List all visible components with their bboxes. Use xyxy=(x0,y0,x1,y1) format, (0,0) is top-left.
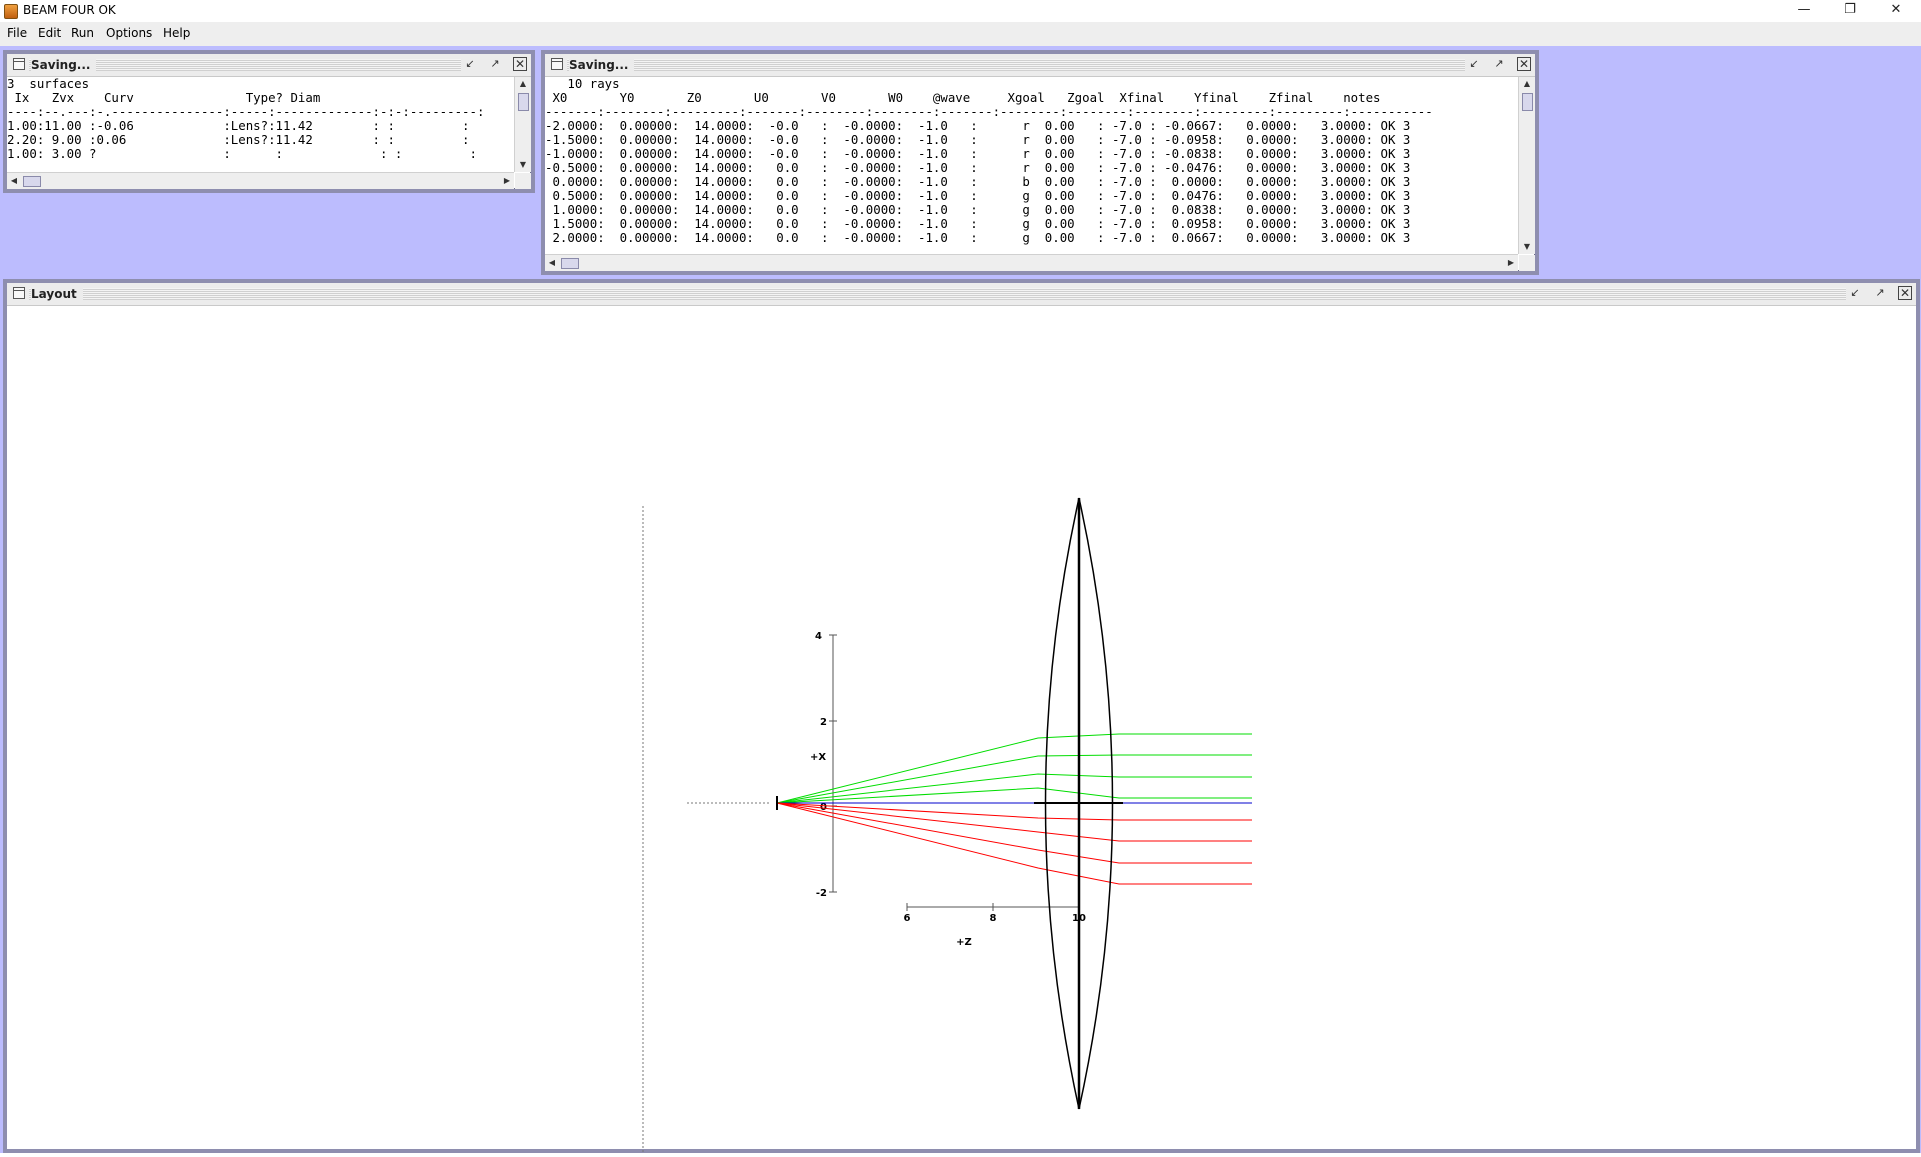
iconify-icon[interactable]: ↙ xyxy=(1848,286,1862,300)
rays-frame-title: Saving... xyxy=(569,58,635,72)
scroll-down-icon[interactable]: ▼ xyxy=(1519,240,1535,254)
scroll-corner xyxy=(515,173,531,189)
maximize-icon[interactable]: ↗ xyxy=(1492,57,1506,71)
menu-options[interactable]: Options xyxy=(106,26,152,40)
java-app-icon xyxy=(4,4,18,19)
close-icon[interactable]: ✕ xyxy=(513,57,527,71)
scroll-down-icon[interactable]: ▼ xyxy=(515,158,531,172)
menu-file[interactable]: File xyxy=(7,26,27,40)
text-line: Ix Zvx Curv Type? Diam xyxy=(7,90,321,105)
layout-frame-title: Layout xyxy=(31,287,83,301)
ray-green xyxy=(776,754,1252,804)
maximize-icon[interactable]: ↗ xyxy=(488,57,502,71)
scroll-right-icon[interactable]: ▶ xyxy=(1504,255,1518,271)
frame-window-icon xyxy=(551,58,563,70)
ray-row: 1.0000: 0.00000: 14.0000: 0.0 : -0.0000:… xyxy=(545,202,1411,217)
x-tick-label: 2 xyxy=(820,717,827,728)
layout-drawing[interactable]: 4 2 0 -2 +X 6 8 10 +Z xyxy=(7,306,1916,1157)
restore-icon[interactable]: ❐ xyxy=(1827,0,1873,22)
optics-table-text[interactable]: 3 surfaces Ix Zvx Curv Type? Diam ----:-… xyxy=(7,77,514,172)
menu-edit[interactable]: Edit xyxy=(38,26,61,40)
menu-run[interactable]: Run xyxy=(71,26,94,40)
scroll-thumb[interactable] xyxy=(1522,93,1533,111)
vertical-scrollbar[interactable]: ▲ ▼ xyxy=(1518,77,1535,254)
text-line: 2.20: 9.00 :0.06 :Lens?:11.42 : : : xyxy=(7,132,470,147)
scroll-right-icon[interactable]: ▶ xyxy=(500,173,514,189)
text-line: ----:--.---:-.---------------:-----:----… xyxy=(7,104,485,119)
text-line: 10 rays xyxy=(545,77,620,91)
z-axis-label: +Z xyxy=(956,937,972,948)
ray-red xyxy=(776,802,1252,864)
scroll-up-icon[interactable]: ▲ xyxy=(515,77,531,91)
desktop-pane: Saving... ↙ ↗ ✕ 3 surfaces Ix Zvx Curv T… xyxy=(0,46,1921,1157)
ray-row: -1.5000: 0.00000: 14.0000: -0.0 : -0.000… xyxy=(545,132,1411,147)
optics-table-frame[interactable]: Saving... ↙ ↗ ✕ 3 surfaces Ix Zvx Curv T… xyxy=(3,50,535,193)
horizontal-scrollbar[interactable]: ◀ ▶ xyxy=(7,172,514,189)
scroll-thumb[interactable] xyxy=(518,93,529,111)
text-line: 3 surfaces xyxy=(7,77,90,91)
menu-help[interactable]: Help xyxy=(163,26,190,40)
text-line: X0 Y0 Z0 U0 V0 W0 @wave Xgoal Zgoal Xfin… xyxy=(545,90,1381,105)
close-icon[interactable]: ✕ xyxy=(1517,57,1531,71)
scroll-thumb[interactable] xyxy=(23,176,41,187)
rays-frame-titlebar[interactable]: Saving... ↙ ↗ ✕ xyxy=(545,54,1535,77)
x-tick-label: 4 xyxy=(815,631,822,642)
minimize-icon[interactable]: — xyxy=(1781,0,1827,22)
text-line: -------:--------:---------:-------:-----… xyxy=(545,104,1433,119)
scroll-corner xyxy=(1519,255,1535,271)
scroll-thumb[interactable] xyxy=(561,258,579,269)
title-bar: BEAM FOUR OK — ❐ ✕ xyxy=(0,0,1921,22)
close-icon[interactable]: ✕ xyxy=(1898,286,1912,300)
iconify-icon[interactable]: ↙ xyxy=(463,57,477,71)
horizontal-scrollbar[interactable]: ◀ ▶ xyxy=(545,254,1518,271)
frame-window-icon xyxy=(13,287,25,299)
ray-row: -2.0000: 0.00000: 14.0000: -0.0 : -0.000… xyxy=(545,118,1411,133)
ray-row: 1.5000: 0.00000: 14.0000: 0.0 : -0.0000:… xyxy=(545,216,1411,231)
ray-red xyxy=(776,802,1252,885)
ray-row: 0.5000: 0.00000: 14.0000: 0.0 : -0.0000:… xyxy=(545,188,1411,203)
vertical-scrollbar[interactable]: ▲ ▼ xyxy=(514,77,531,172)
ray-row: -0.5000: 0.00000: 14.0000: 0.0 : -0.0000… xyxy=(545,160,1411,175)
ray-row: -1.0000: 0.00000: 14.0000: -0.0 : -0.000… xyxy=(545,146,1411,161)
frame-window-icon xyxy=(13,58,25,70)
z-tick-label: 6 xyxy=(904,913,911,924)
optics-frame-titlebar[interactable]: Saving... ↙ ↗ ✕ xyxy=(7,54,531,77)
window-title: BEAM FOUR OK xyxy=(23,3,116,17)
close-icon[interactable]: ✕ xyxy=(1873,0,1919,22)
iconify-icon[interactable]: ↙ xyxy=(1467,57,1481,71)
text-line: 1.00: 3.00 ? : : : : : xyxy=(7,146,477,161)
layout-canvas[interactable]: 4 2 0 -2 +X 6 8 10 +Z xyxy=(7,306,1916,1157)
rays-table-text[interactable]: 10 rays X0 Y0 Z0 U0 V0 W0 @wave Xgoal Zg… xyxy=(545,77,1518,254)
ray-row: 2.0000: 0.00000: 14.0000: 0.0 : -0.0000:… xyxy=(545,230,1411,245)
maximize-icon[interactable]: ↗ xyxy=(1873,286,1887,300)
layout-frame[interactable]: Layout ↙ ↗ ✕ 4 2 0 -2 +X 6 8 +Z xyxy=(3,279,1920,1157)
optics-frame-title: Saving... xyxy=(31,58,97,72)
layout-frame-titlebar[interactable]: Layout ↙ ↗ ✕ xyxy=(7,283,1916,306)
rays-table-frame[interactable]: Saving... ↙ ↗ ✕ 10 rays X0 Y0 Z0 U0 V0 W… xyxy=(541,50,1539,275)
text-line: 1.00:11.00 :-0.06 :Lens?:11.42 : : : xyxy=(7,118,470,133)
scroll-left-icon[interactable]: ◀ xyxy=(545,255,559,271)
x-tick-label: -2 xyxy=(816,888,827,899)
ray-red xyxy=(776,802,1252,821)
x-axis-label: +X xyxy=(810,752,826,763)
ray-row: 0.0000: 0.00000: 14.0000: 0.0 : -0.0000:… xyxy=(545,174,1411,189)
ray-red xyxy=(776,802,1252,842)
scroll-left-icon[interactable]: ◀ xyxy=(7,173,21,189)
scroll-up-icon[interactable]: ▲ xyxy=(1519,77,1535,91)
menu-bar: File Edit Run Options Help xyxy=(0,22,1921,46)
ray-green xyxy=(776,733,1252,804)
z-tick-label: 8 xyxy=(990,913,997,924)
